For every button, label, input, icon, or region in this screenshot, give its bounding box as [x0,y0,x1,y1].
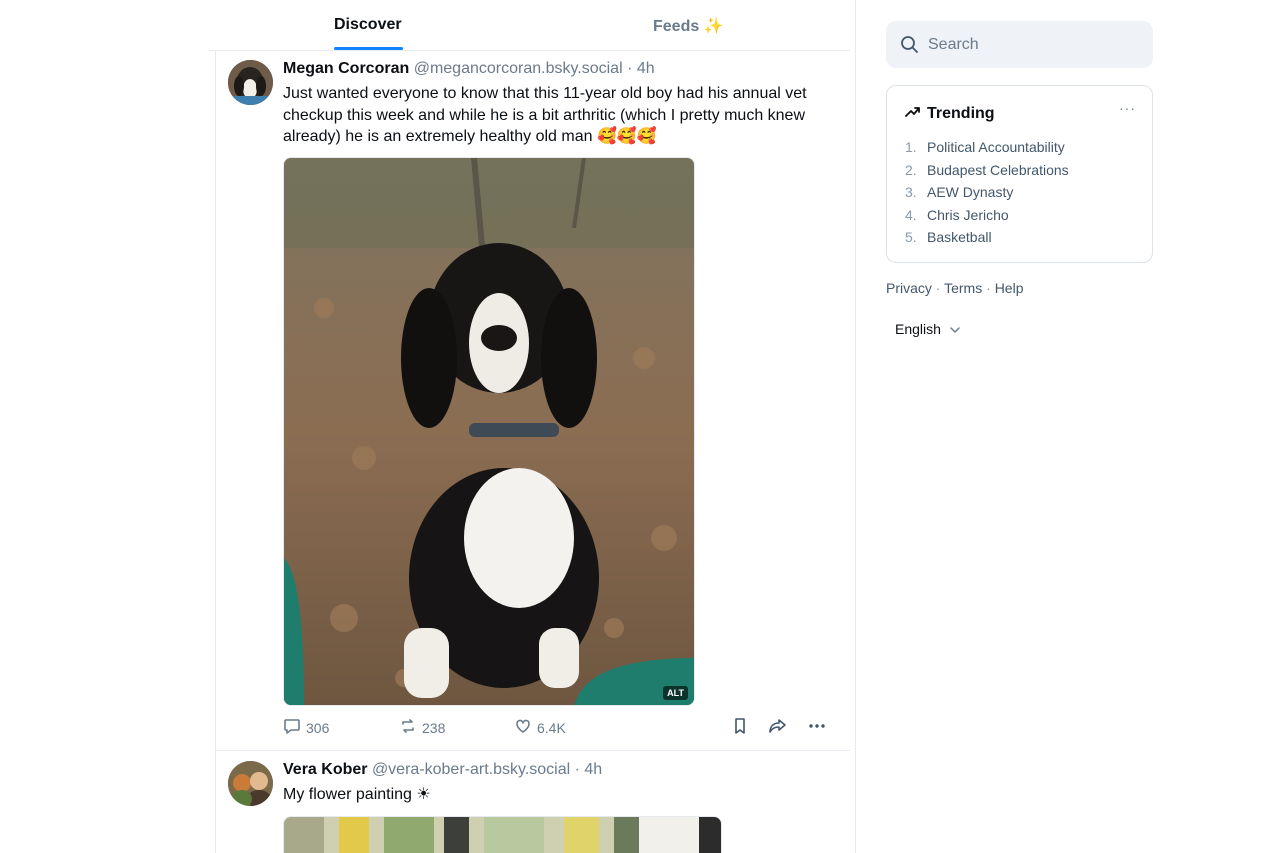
repost-button[interactable]: 238 [399,717,445,738]
footer-separator: · [935,280,941,296]
help-link[interactable]: Help [995,280,1024,296]
trending-item[interactable]: 2. Budapest Celebrations [905,159,1069,182]
trending-item[interactable]: 5. Basketball [905,226,1069,249]
reply-button[interactable]: 306 [283,717,329,738]
post-image[interactable]: ALT [283,157,695,706]
more-icon [807,717,827,738]
tab-feeds[interactable]: Feeds ✨ [653,16,724,36]
trending-label[interactable]: Basketball [927,229,992,245]
trending-rank: 3. [905,184,917,201]
post-text: My flower painting ☀ [283,786,431,803]
trending-label[interactable]: Budapest Celebrations [927,162,1069,178]
alt-badge[interactable]: ALT [663,686,688,700]
terms-link[interactable]: Terms [944,280,982,296]
post-item[interactable]: Vera Kober @vera-kober-art.bsky.social ·… [216,752,850,853]
more-options-button[interactable] [807,717,827,738]
trending-rank: 1. [905,139,917,156]
trending-item[interactable]: 4. Chris Jericho [905,204,1069,227]
trending-title: Trending [927,105,995,122]
search-box[interactable] [886,21,1153,68]
feed-column: Discover Feeds ✨ Megan Corcoran @meganco… [209,0,856,853]
like-count: 6.4K [537,719,566,736]
post-text: Just wanted everyone to know that this 1… [283,85,807,145]
trending-label[interactable]: Political Accountability [927,139,1065,155]
reply-count: 306 [306,719,330,736]
reply-icon [283,717,301,738]
avatar[interactable] [228,60,273,105]
footer-links: Privacy · Terms · Help [886,280,1023,296]
trending-panel: Trending ··· 1. Political Accountability… [886,85,1153,263]
post-time[interactable]: · 4h [575,761,603,778]
trending-item[interactable]: 3. AEW Dynasty [905,181,1069,204]
chevron-down-icon [949,321,961,337]
trending-rank: 2. [905,161,917,178]
language-select[interactable]: English [895,321,961,337]
feed-tabs: Discover Feeds ✨ [209,0,850,51]
trending-rank: 4. [905,206,917,223]
tab-discover[interactable]: Discover [334,16,402,34]
trending-heading: Trending [905,105,995,123]
post-header: Megan Corcoran @megancorcoran.bsky.socia… [283,60,655,78]
feed-border-right [855,0,856,853]
like-button[interactable]: 6.4K [514,717,566,738]
trending-icon [905,105,921,123]
trending-label[interactable]: Chris Jericho [927,207,1009,223]
repost-count: 238 [422,719,446,736]
bookmark-button[interactable] [731,717,749,738]
post-header: Vera Kober @vera-kober-art.bsky.social ·… [283,761,602,779]
avatar[interactable] [228,761,273,806]
author-name[interactable]: Megan Corcoran [283,60,409,77]
trending-item[interactable]: 1. Political Accountability [905,136,1069,159]
repost-icon [399,717,417,738]
author-name[interactable]: Vera Kober [283,761,367,778]
share-icon [768,717,788,738]
privacy-link[interactable]: Privacy [886,280,932,296]
active-tab-indicator [334,47,403,50]
trending-more-button[interactable]: ··· [1119,100,1136,116]
author-handle[interactable]: @megancorcoran.bsky.social [414,60,623,77]
footer-separator: · [986,280,991,296]
post-image[interactable] [283,816,722,853]
trending-rank: 5. [905,229,917,246]
post-actions: 306 238 6.4K [283,715,843,739]
post-time[interactable]: · 4h [627,60,655,77]
author-handle[interactable]: @vera-kober-art.bsky.social [372,761,570,778]
bookmark-icon [731,717,749,738]
language-value: English [895,321,941,337]
heart-icon [514,717,532,738]
search-input[interactable] [928,21,1143,68]
trending-list: 1. Political Accountability 2. Budapest … [905,136,1069,249]
share-button[interactable] [768,717,788,738]
search-icon [900,35,919,59]
post-item[interactable]: Megan Corcoran @megancorcoran.bsky.socia… [216,51,850,751]
trending-label[interactable]: AEW Dynasty [927,184,1013,200]
